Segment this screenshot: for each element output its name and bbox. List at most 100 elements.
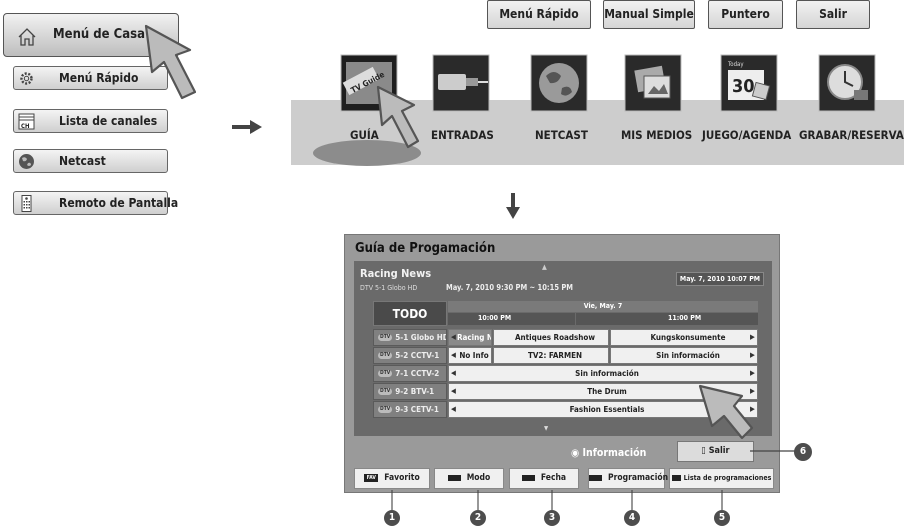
callout-4: 4 [624,510,640,526]
pointer-cursor-icon [144,24,196,100]
channel-name: 5-2 CCTV-1 [395,351,440,360]
main-menu-label-netcast[interactable]: NETCAST [535,128,588,142]
time-header-1000: 10:00 PM [448,313,575,325]
dtv-badge: DTV [378,388,393,395]
menu-item-label: Lista de canales [59,114,158,128]
pointer-cursor-icon [698,384,754,440]
exit-key-icon: ▯ [701,446,709,456]
callout-3: 3 [544,510,560,526]
info-option[interactable]: ◉ Información [571,447,646,459]
right-arrow-icon [232,120,262,134]
menu-item-remote[interactable]: Remoto de Pantalla [13,191,178,215]
channel-cell[interactable]: DTV 7-1 CCTV-2 [373,365,447,382]
menu-item-label: Remoto de Pantalla [59,196,179,210]
scroll-left-icon[interactable]: ◀ [451,387,456,395]
home-menu-label: Menú de Casa [53,27,146,42]
remote-icon [21,195,32,212]
callout-2: 2 [470,510,486,526]
main-menu-label-record[interactable]: GRABAR/RESERVAR [799,128,904,142]
schedule-label: Programación [608,473,669,483]
main-menu-label-my-media[interactable]: MIS MEDIOS [621,128,692,142]
mode-label: Modo [466,473,491,483]
button-swatch [671,475,681,481]
calendar-tile-top: Today [727,61,744,68]
channel-name: 5-1 Globo HD [395,333,447,342]
channel-name: 9-3 CETV-1 [395,405,439,414]
program-cell[interactable]: Sin información [448,365,758,382]
button-swatch [447,474,461,481]
channel-list-icon: CH [18,113,35,130]
callout-lines [391,490,723,510]
callout-6: 6 [794,443,812,461]
scroll-up-icon[interactable]: ▲ [542,263,547,271]
main-menu-label-game-agenda[interactable]: JUEGO/AGENDA [702,128,791,142]
date-header: Vie, May. 7 [448,301,758,312]
time-header-1100: 11:00 PM [576,313,758,325]
scroll-left-icon[interactable]: ◀ [451,369,456,377]
fav-badge: FAV [364,473,379,482]
favorite-label: Favorito [384,473,420,483]
menu-item-netcast[interactable]: Netcast [13,149,168,173]
scroll-right-icon[interactable]: ▶ [750,333,755,341]
globe-icon [19,154,34,169]
program-cell[interactable]: Kungskonsumente [610,329,758,346]
dtv-badge: DTV [378,352,393,359]
channel-cell[interactable]: DTV 9-2 BTV-1 [373,383,447,400]
channel-cell[interactable]: DTV 5-1 Globo HD [373,329,447,346]
dtv-badge: DTV [378,334,393,341]
quick-menu-button[interactable]: Menú Rápido [487,0,591,29]
pointer-button[interactable]: Puntero [708,0,783,29]
pointer-cursor-icon [376,85,420,149]
guide-title: Guía de Progamación [355,241,496,256]
button-swatch [589,474,602,481]
channel-cell[interactable]: DTV 5-2 CCTV-1 [373,347,447,364]
exit-button[interactable]: Salir [796,0,870,29]
gear-icon [20,72,33,85]
guide-exit-label: Salir [708,446,730,456]
svg-text:CH: CH [21,123,30,130]
button-swatch [521,474,535,481]
main-menu-label-inputs[interactable]: ENTRADAS [431,128,494,142]
schedule-list-label: Lista de programaciones [683,474,772,482]
callout-1: 1 [384,510,400,526]
record-tile-icon[interactable] [818,54,876,112]
favorite-button[interactable]: FAV Favorito [354,468,430,489]
scroll-left-icon[interactable]: ◀ [451,333,456,341]
manual-simple-button[interactable]: Manual Simple [603,0,695,29]
schedule-button[interactable]: Programación [588,468,669,489]
menu-item-label: Netcast [59,154,106,168]
dtv-badge: DTV [378,406,393,413]
program-time: May. 7, 2010 9:30 PM ~ 10:15 PM [446,283,574,292]
schedule-list-button[interactable]: Lista de programaciones [669,468,774,489]
calendar-tile-text: 30 [732,76,755,97]
date-button[interactable]: Fecha [509,468,579,489]
mode-button[interactable]: Modo [434,468,504,489]
scroll-right-icon[interactable]: ▶ [750,369,755,377]
guide-exit-button[interactable]: ▯ Salir [677,441,754,462]
program-cell[interactable]: TV2: FARMEN [493,347,609,364]
scroll-left-icon[interactable]: ◀ [451,351,456,359]
program-title: Racing News [360,267,432,280]
todo-filter[interactable]: TODO [373,301,447,326]
dtv-badge: DTV [378,370,393,377]
channel-cell[interactable]: DTV 9-3 CETV-1 [373,401,447,418]
inputs-tile-icon[interactable] [432,54,490,112]
scroll-left-icon[interactable]: ◀ [451,405,456,413]
channel-name: 7-1 CCTV-2 [395,369,440,378]
menu-item-channel-list[interactable]: CH Lista de canales [13,109,168,133]
down-arrow-icon [506,193,520,219]
channel-name: 9-2 BTV-1 [395,387,435,396]
program-cell[interactable]: Sin información [610,347,758,364]
scroll-right-icon[interactable]: ▶ [750,351,755,359]
calendar-tile-icon[interactable]: Today 30 [720,54,778,112]
scroll-down-icon[interactable]: ▼ [544,425,548,432]
program-cell[interactable]: Antiques Roadshow [493,329,609,346]
current-datetime: May. 7, 2010 10:07 PM [676,272,764,286]
netcast-tile-icon[interactable] [530,54,588,112]
date-label: Fecha [540,473,567,483]
my-media-tile-icon[interactable] [624,54,682,112]
program-channel: DTV 5-1 Globo HD [360,284,418,292]
program-guide-screen: Guía de Progamación Racing News DTV 5-1 … [344,234,780,493]
menu-item-label: Menú Rápido [59,71,139,85]
callout-5: 5 [714,510,730,526]
